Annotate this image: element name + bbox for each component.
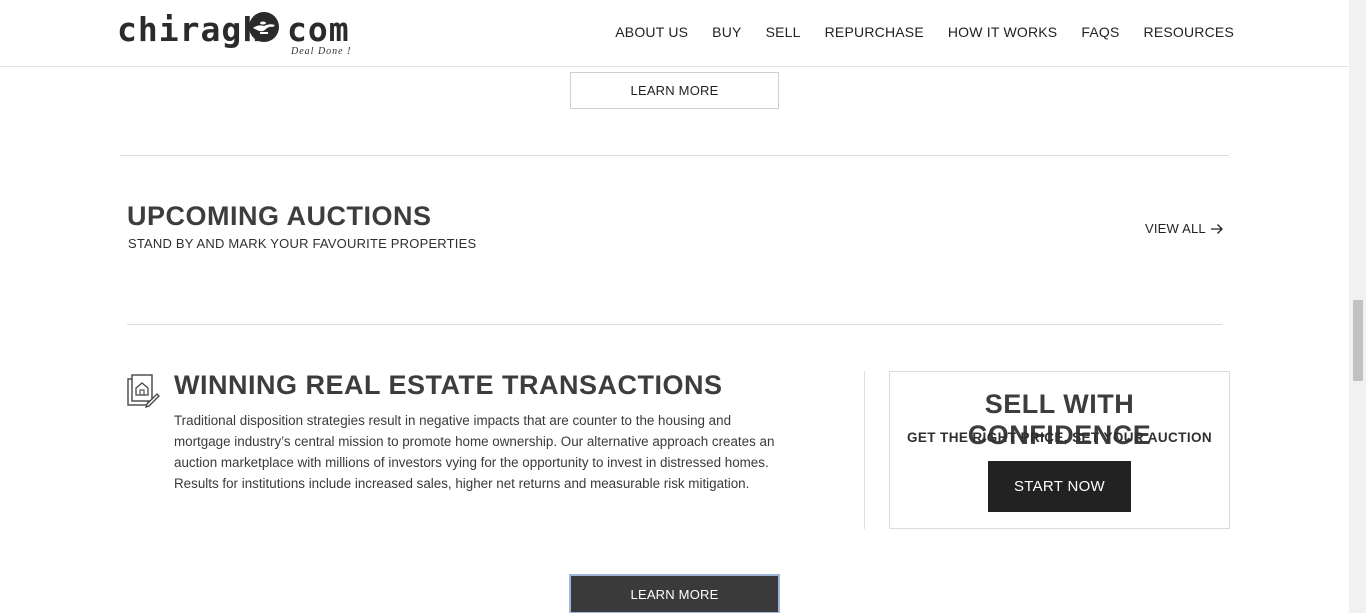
logo-text-right: com <box>287 10 350 49</box>
nav-resources[interactable]: RESOURCES <box>1144 24 1234 40</box>
site-logo[interactable]: chiragh com Deal Done ! <box>117 8 357 60</box>
logo-text-left: chiragh <box>117 10 264 49</box>
logo-tagline: Deal Done ! <box>291 46 352 57</box>
nav-sell[interactable]: SELL <box>766 24 801 40</box>
nav-about-us[interactable]: ABOUT US <box>615 24 688 40</box>
lamp-icon <box>249 12 279 42</box>
document-house-icon <box>127 374 160 408</box>
main-nav: ABOUT US BUY SELL REPURCHASE HOW IT WORK… <box>591 24 1234 40</box>
view-all-label: VIEW ALL <box>1145 221 1206 236</box>
nav-faqs[interactable]: FAQS <box>1081 24 1119 40</box>
view-all-link[interactable]: VIEW ALL <box>1145 221 1224 236</box>
winning-body-line: Results for institutions include increas… <box>174 476 750 491</box>
winning-title: WINNING REAL ESTATE TRANSACTIONS <box>174 370 723 400</box>
learn-more-button-top[interactable]: LEARN MORE <box>570 72 779 109</box>
section-divider <box>127 324 1222 325</box>
site-header: chiragh com Deal Done ! ABOUT US BUY SEL… <box>0 0 1349 67</box>
section-divider <box>120 155 1229 156</box>
nav-how-it-works[interactable]: HOW IT WORKS <box>948 24 1057 40</box>
arrow-right-icon <box>1210 223 1223 234</box>
scrollbar-thumb[interactable] <box>1353 300 1363 381</box>
sell-with-confidence-card: SELL WITH CONFIDENCE GET THE RIGHT PRICE… <box>889 371 1230 529</box>
sell-card-subtitle: GET THE RIGHT PRICE, SET YOUR AUCTION <box>906 430 1213 445</box>
start-now-button[interactable]: START NOW <box>988 461 1131 512</box>
winning-body-line: mortgage industry’s central mission to p… <box>174 434 775 449</box>
page-scrollbar[interactable] <box>1349 0 1366 613</box>
vertical-divider <box>864 371 865 529</box>
winning-body: Traditional disposition strategies resul… <box>174 410 834 494</box>
nav-repurchase[interactable]: REPURCHASE <box>825 24 924 40</box>
learn-more-button-bottom[interactable]: LEARN MORE <box>569 574 780 613</box>
upcoming-auctions-title: UPCOMING AUCTIONS <box>127 201 432 231</box>
winning-body-line: Traditional disposition strategies resul… <box>174 413 732 428</box>
upcoming-auctions-subtitle: STAND BY AND MARK YOUR FAVOURITE PROPERT… <box>128 236 477 251</box>
nav-buy[interactable]: BUY <box>712 24 741 40</box>
winning-body-line: auction marketplace with millions of inv… <box>174 455 769 470</box>
